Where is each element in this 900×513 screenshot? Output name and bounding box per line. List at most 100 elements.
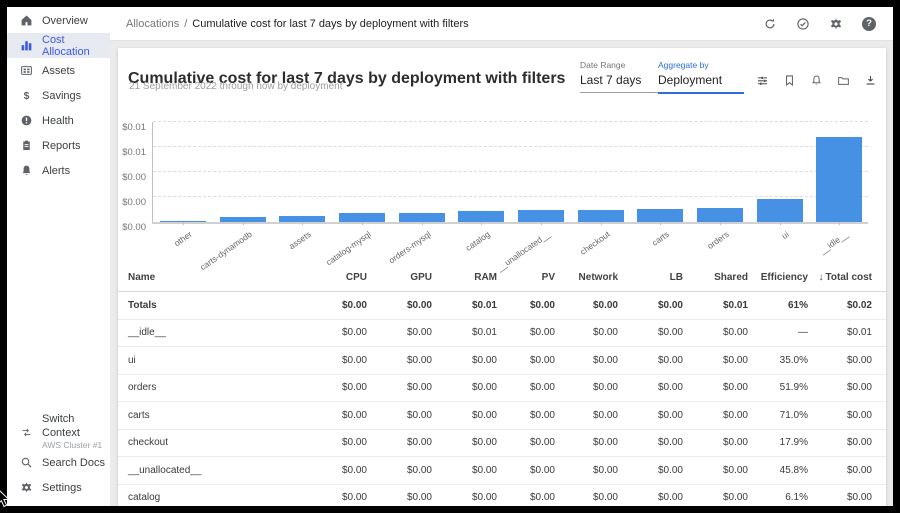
sidebar-item-label: Savings	[42, 90, 81, 102]
x-tick	[481, 222, 482, 225]
svg-text:$: $	[24, 91, 30, 102]
report-actions	[754, 72, 878, 88]
cell-network: $0.00	[555, 382, 618, 393]
cell-shared: $0.00	[683, 437, 748, 448]
sidebar-item-assets[interactable]: Assets	[7, 58, 110, 83]
date-range-value[interactable]: Last 7 days	[580, 73, 658, 93]
aggregate-by-value[interactable]: Deployment	[658, 73, 744, 94]
sort-desc-icon: ↓	[819, 272, 824, 283]
cell-network: $0.00	[555, 437, 618, 448]
aggregate-by-select[interactable]: Aggregate by Deployment	[658, 60, 744, 94]
column-header-name[interactable]: Name	[128, 272, 305, 283]
column-header-cpu[interactable]: CPU	[305, 272, 367, 283]
cell-total-cost: $0.00	[808, 437, 872, 448]
bar-__idle__[interactable]	[816, 137, 862, 222]
search-icon	[20, 456, 33, 469]
sidebar-item-savings[interactable]: $ Savings	[7, 83, 110, 108]
sidebar-item-reports[interactable]: Reports	[7, 133, 110, 158]
cell-cpu: $0.00	[305, 410, 367, 421]
column-header-pv[interactable]: PV	[497, 272, 555, 283]
table-row-ui[interactable]: ui$0.00$0.00$0.00$0.00$0.00$0.00$0.0035.…	[118, 347, 886, 375]
gear-icon	[20, 481, 33, 494]
column-header-efficiency[interactable]: Efficiency	[748, 272, 808, 283]
folder-icon[interactable]	[835, 72, 851, 88]
cell-network: $0.00	[555, 465, 618, 476]
cell-shared: $0.00	[683, 410, 748, 421]
assets-grid-icon	[20, 64, 33, 77]
column-header-shared[interactable]: Shared	[683, 272, 748, 283]
cell-efficiency: 51.9%	[748, 382, 808, 393]
cell-name: orders	[128, 382, 305, 393]
table-header-row: NameCPUGPURAMPVNetworkLBSharedEfficiency…	[118, 263, 886, 292]
cell-gpu: $0.00	[367, 465, 432, 476]
x-axis-label: ui	[779, 229, 790, 241]
cell-shared: $0.01	[683, 300, 748, 311]
sidebar-item-search-docs[interactable]: Search Docs	[7, 450, 110, 475]
bar-ui[interactable]	[757, 199, 803, 222]
table-row-catalog[interactable]: catalog$0.00$0.00$0.00$0.00$0.00$0.00$0.…	[118, 485, 886, 507]
table-row-__idle__[interactable]: __idle__$0.00$0.00$0.01$0.00$0.00$0.00$0…	[118, 320, 886, 348]
cell-pv: $0.00	[497, 465, 555, 476]
bar-checkout[interactable]	[578, 210, 624, 223]
bar-catalog[interactable]	[458, 211, 504, 222]
download-icon[interactable]	[862, 72, 878, 88]
tune-filters-icon[interactable]	[754, 72, 770, 88]
cell-pv: $0.00	[497, 355, 555, 366]
column-header-gpu[interactable]: GPU	[367, 272, 432, 283]
sidebar-footer: Switch Context AWS Cluster #1 Search Doc…	[7, 414, 110, 506]
table-row-checkout[interactable]: checkout$0.00$0.00$0.00$0.00$0.00$0.00$0…	[118, 430, 886, 458]
sidebar-item-settings[interactable]: Settings	[7, 475, 110, 500]
sidebar-item-health[interactable]: Health	[7, 108, 110, 133]
bell-icon[interactable]	[808, 72, 824, 88]
breadcrumb-allocations-link[interactable]: Allocations	[126, 18, 179, 30]
bar-orders[interactable]	[697, 208, 743, 222]
x-axis-label: catalog-mysql	[324, 229, 373, 267]
x-tick	[183, 222, 184, 225]
cell-total-cost: $0.02	[808, 300, 872, 311]
table-row-orders[interactable]: orders$0.00$0.00$0.00$0.00$0.00$0.00$0.0…	[118, 375, 886, 403]
sidebar-item-switch-context[interactable]: Switch Context AWS Cluster #1	[7, 414, 110, 450]
table-row-carts[interactable]: carts$0.00$0.00$0.00$0.00$0.00$0.00$0.00…	[118, 402, 886, 430]
column-header-ram[interactable]: RAM	[432, 272, 497, 283]
column-header-network[interactable]: Network	[555, 272, 618, 283]
x-tick	[362, 222, 363, 225]
bar-catalog-mysql[interactable]	[339, 213, 385, 222]
cell-network: $0.00	[555, 300, 618, 311]
aggregate-by-label: Aggregate by	[658, 60, 744, 70]
sidebar-item-alerts[interactable]: Alerts	[7, 158, 110, 183]
x-tick	[601, 222, 602, 225]
cell-gpu: $0.00	[367, 327, 432, 338]
x-tick	[720, 222, 721, 225]
cell-efficiency: 45.8%	[748, 465, 808, 476]
savings-dollar-icon: $	[20, 89, 33, 102]
bar-orders-mysql[interactable]	[399, 213, 445, 222]
x-tick	[422, 222, 423, 225]
column-header-lb[interactable]: LB	[618, 272, 683, 283]
x-tick	[243, 222, 244, 225]
breadcrumb: Allocations / Cumulative cost for last 7…	[126, 18, 469, 30]
cell-pv: $0.00	[497, 410, 555, 421]
x-tick	[780, 222, 781, 225]
cell-name: checkout	[128, 437, 305, 448]
bar-__unallocated__[interactable]	[518, 210, 564, 222]
settings-label: Settings	[42, 482, 82, 494]
table-row-totals[interactable]: Totals$0.00$0.00$0.01$0.00$0.00$0.00$0.0…	[118, 292, 886, 320]
refresh-icon[interactable]	[762, 16, 778, 32]
bar-carts[interactable]	[637, 209, 683, 222]
table-row-__unallocated__[interactable]: __unallocated__$0.00$0.00$0.00$0.00$0.00…	[118, 457, 886, 485]
check-circle-icon[interactable]	[795, 16, 811, 32]
x-axis-line	[152, 222, 868, 224]
cell-cpu: $0.00	[305, 327, 367, 338]
sidebar-item-overview[interactable]: Overview	[7, 8, 110, 33]
x-tick	[541, 222, 542, 225]
x-axis-labels: othercarts-dynamodbassetscatalog-mysqlor…	[152, 227, 868, 257]
gear-icon[interactable]	[828, 16, 844, 32]
bookmark-icon[interactable]	[781, 72, 797, 88]
x-axis-label: checkout	[578, 229, 612, 257]
column-header-total-cost[interactable]: ↓Total cost	[808, 272, 872, 283]
help-icon[interactable]: ?	[861, 16, 877, 32]
cell-efficiency: 6.1%	[748, 492, 808, 503]
date-range-select[interactable]: Date Range Last 7 days	[580, 60, 658, 93]
cell-lb: $0.00	[618, 300, 683, 311]
sidebar-item-cost-allocation[interactable]: Cost Allocation	[7, 33, 110, 58]
